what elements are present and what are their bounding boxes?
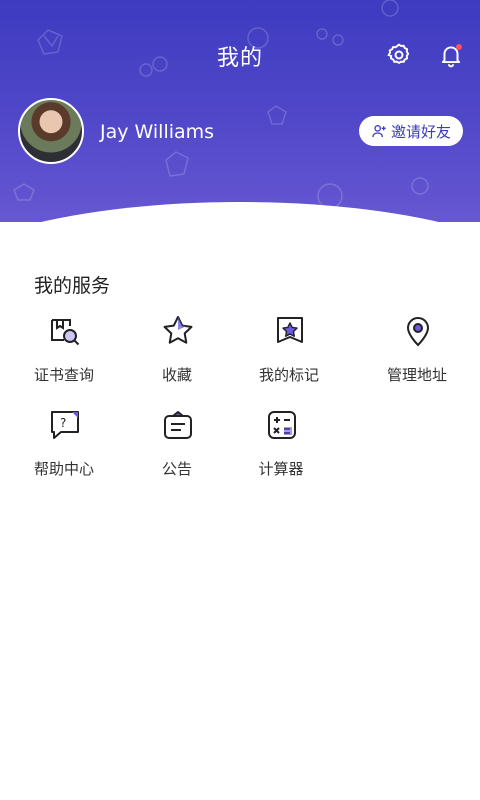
service-calculator[interactable]: 计算器 — [221, 404, 341, 484]
location-pin-icon — [406, 317, 430, 347]
notification-badge — [456, 44, 462, 50]
service-label: 证书查询 — [33, 366, 94, 384]
invite-friends-button[interactable]: 邀请好友 — [359, 116, 463, 146]
notifications-button[interactable] — [438, 42, 464, 68]
certificate-search-icon — [51, 319, 80, 346]
calculator-icon — [268, 411, 296, 439]
service-label: 公告 — [161, 460, 192, 478]
star-icon — [163, 316, 193, 344]
service-label: 帮助中心 — [33, 460, 94, 478]
service-help-center[interactable]: ? 帮助中心 — [4, 404, 124, 484]
profile-page: 我的 Jay Williams 邀请好友 我的服务 证书查询 收藏 我的标记 管… — [0, 0, 480, 800]
service-my-marks[interactable]: 我的标记 — [229, 310, 349, 390]
announcement-icon — [164, 411, 192, 439]
service-label: 我的标记 — [258, 366, 319, 384]
service-announcements[interactable]: 公告 — [117, 404, 237, 484]
service-manage-address[interactable]: 管理地址 — [357, 310, 477, 390]
service-certificate-search[interactable]: 证书查询 — [4, 310, 124, 390]
profile-header: 我的 Jay Williams 邀请好友 — [0, 0, 480, 222]
svg-text:?: ? — [60, 416, 66, 430]
gear-icon — [387, 43, 410, 65]
service-label: 管理地址 — [386, 366, 447, 384]
services-title: 我的服务 — [34, 275, 111, 297]
add-user-icon — [372, 125, 386, 138]
username: Jay Williams — [100, 121, 215, 143]
avatar[interactable] — [18, 98, 84, 164]
bookmark-star-icon — [277, 317, 303, 343]
invite-friends-label: 邀请好友 — [390, 122, 451, 141]
service-favorites[interactable]: 收藏 — [117, 310, 237, 390]
service-label: 收藏 — [161, 366, 192, 384]
service-label: 计算器 — [258, 460, 304, 478]
settings-button[interactable] — [386, 42, 412, 68]
help-chat-icon: ? — [51, 411, 79, 439]
